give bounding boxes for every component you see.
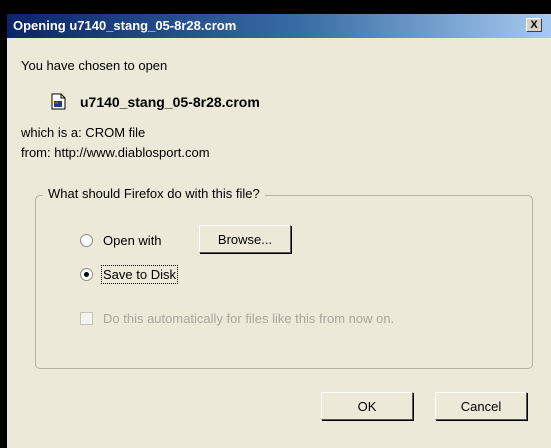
- action-group-legend: What should Firefox do with this file?: [43, 186, 265, 201]
- browse-label: Browse...: [217, 231, 273, 247]
- cancel-label: Cancel: [460, 398, 502, 414]
- cancel-button[interactable]: Cancel: [435, 392, 527, 420]
- browse-button[interactable]: Browse...: [199, 225, 291, 253]
- file-type-text: which is a: CROM file: [21, 125, 146, 140]
- file-name: u7140_stang_05-8r28.crom: [80, 94, 260, 110]
- close-button[interactable]: X: [526, 18, 542, 32]
- title-bar[interactable]: Opening u7140_stang_05-8r28.crom X: [7, 14, 551, 38]
- ok-label: OK: [357, 398, 377, 414]
- save-to-disk-radio[interactable]: [80, 268, 93, 281]
- auto-action-label: Do this automatically for files like thi…: [103, 311, 395, 326]
- open-with-label[interactable]: Open with: [103, 233, 162, 248]
- window-title: Opening u7140_stang_05-8r28.crom: [13, 18, 237, 33]
- action-groupbox: [35, 195, 533, 369]
- download-dialog: Opening u7140_stang_05-8r28.crom X You h…: [7, 14, 551, 448]
- document-icon: [51, 93, 66, 110]
- open-with-radio[interactable]: [80, 234, 93, 247]
- ok-button[interactable]: OK: [321, 392, 413, 420]
- chosen-text: You have chosen to open: [21, 58, 168, 73]
- auto-action-checkbox[interactable]: [80, 312, 93, 325]
- save-to-disk-label[interactable]: Save to Disk: [101, 265, 178, 284]
- file-source-text: from: http://www.diablosport.com: [21, 145, 210, 160]
